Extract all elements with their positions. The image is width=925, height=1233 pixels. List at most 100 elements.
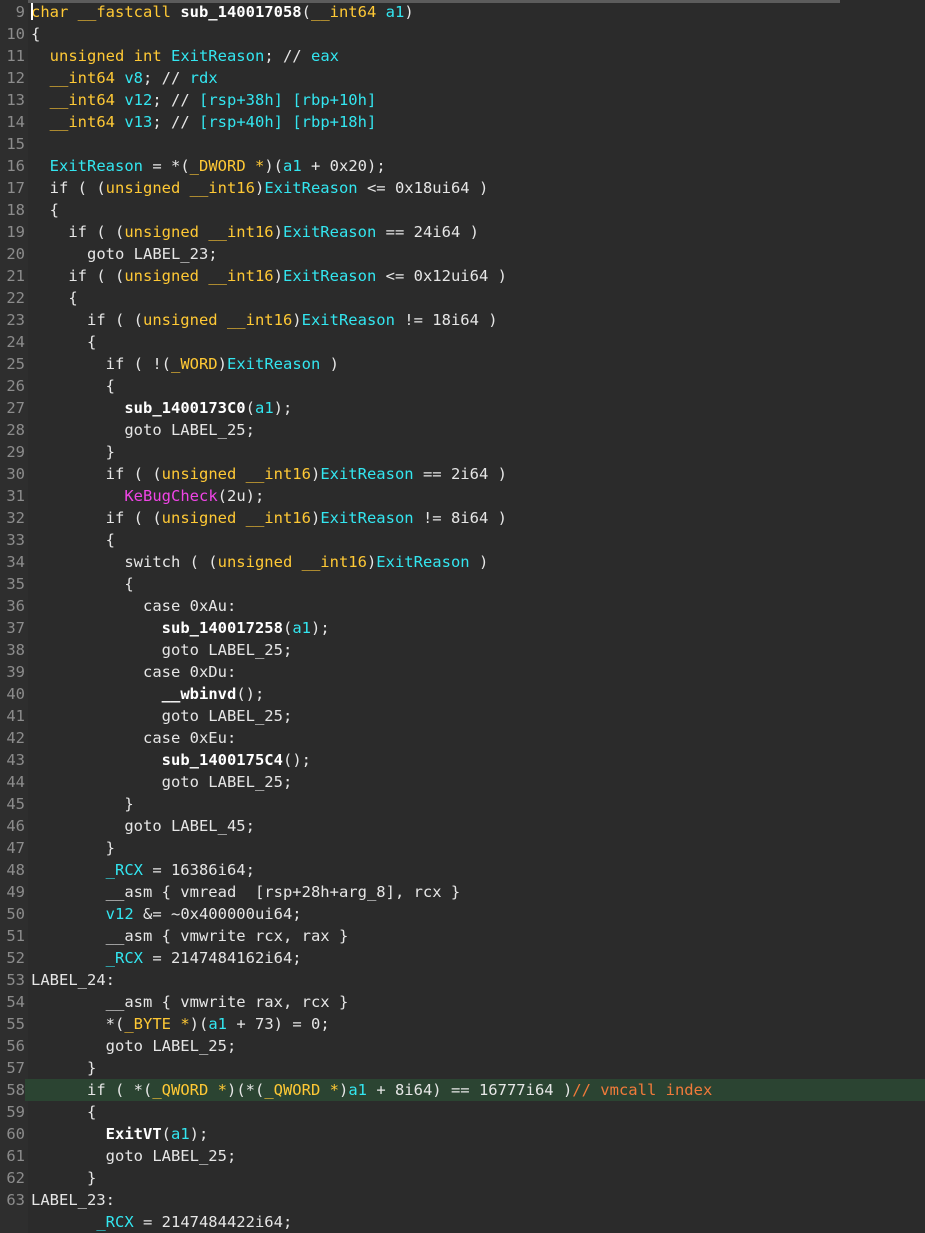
- code-line[interactable]: 58 if ( *(_QWORD *)(*(_QWORD *)a1 + 8i64…: [0, 1079, 925, 1101]
- line-text: goto LABEL_25;: [31, 1035, 237, 1057]
- code-token: LABEL_23:: [31, 1191, 115, 1209]
- code-line[interactable]: 42 case 0xEu:: [0, 727, 925, 749]
- line-text: goto LABEL_25;: [31, 771, 293, 793]
- code-line[interactable]: 54 __asm { vmwrite rax, rcx }: [0, 991, 925, 1013]
- code-token: rdx: [189, 69, 218, 87]
- code-line[interactable]: 14 __int64 v13; // [rsp+40h] [rbp+18h]: [0, 111, 925, 133]
- line-text: }: [31, 793, 133, 815]
- code-line[interactable]: 19 if ( (unsigned __int16)ExitReason == …: [0, 221, 925, 243]
- code-token: ): [217, 355, 227, 373]
- code-line[interactable]: 23 if ( (unsigned __int16)ExitReason != …: [0, 309, 925, 331]
- code-line[interactable]: 11 unsigned int ExitReason; // eax: [0, 45, 925, 67]
- code-line[interactable]: 40 __wbinvd();: [0, 683, 925, 705]
- line-number: 59: [6, 1103, 25, 1121]
- code-line[interactable]: _RCX = 2147484422i64;: [0, 1211, 925, 1233]
- code-view[interactable]: 9 char __fastcall sub_140017058(__int64 a…: [0, 1, 925, 1233]
- code-line[interactable]: 63 LABEL_23:: [0, 1189, 925, 1211]
- code-line[interactable]: 47 }: [0, 837, 925, 859]
- code-line[interactable]: 28 goto LABEL_25;: [0, 419, 925, 441]
- line-number: 39: [6, 663, 25, 681]
- line-number: 30: [6, 465, 25, 483]
- code-line[interactable]: 60 ExitVT(a1);: [0, 1123, 925, 1145]
- code-line[interactable]: 50 v12 &= ~0x400000ui64;: [0, 903, 925, 925]
- code-token: __int64: [31, 69, 125, 87]
- code-token: unsigned __int16: [161, 509, 311, 527]
- code-line[interactable]: 52 _RCX = 2147484162i64;: [0, 947, 925, 969]
- code-line[interactable]: 27 sub_1400173C0(a1);: [0, 397, 925, 419]
- code-line[interactable]: 56 goto LABEL_25;: [0, 1035, 925, 1057]
- line-number: 11: [6, 47, 25, 65]
- code-line[interactable]: 29 }: [0, 441, 925, 463]
- code-line[interactable]: 21 if ( (unsigned __int16)ExitReason <= …: [0, 265, 925, 287]
- code-line[interactable]: 10 {: [0, 23, 925, 45]
- code-token: v12: [105, 905, 134, 923]
- line-text: case 0xAu:: [31, 595, 236, 617]
- code-line[interactable]: 20 goto LABEL_23;: [0, 243, 925, 265]
- line-number: 23: [6, 311, 25, 329]
- code-token: __asm { vmwrite rax, rcx }: [31, 993, 349, 1011]
- code-line[interactable]: 59 {: [0, 1101, 925, 1123]
- code-token: _QWORD *: [264, 1081, 339, 1099]
- code-line[interactable]: 44 goto LABEL_25;: [0, 771, 925, 793]
- code-line[interactable]: 22 {: [0, 287, 925, 309]
- code-line[interactable]: 31 KeBugCheck(2u);: [0, 485, 925, 507]
- line-text: }: [31, 441, 115, 463]
- line-text: {: [31, 529, 115, 551]
- code-token: case 0xAu:: [31, 597, 237, 615]
- code-line[interactable]: 55 *(_BYTE *)(a1 + 73) = 0;: [0, 1013, 925, 1035]
- code-line[interactable]: 32 if ( (unsigned __int16)ExitReason != …: [0, 507, 925, 529]
- code-line[interactable]: 43 sub_1400175C4();: [0, 749, 925, 771]
- code-line[interactable]: 48 _RCX = 16386i64;: [0, 859, 925, 881]
- code-token: v8: [124, 69, 143, 87]
- code-line[interactable]: 37 sub_140017258(a1);: [0, 617, 925, 639]
- code-token: a1: [208, 1015, 227, 1033]
- code-line[interactable]: 51 __asm { vmwrite rcx, rax }: [0, 925, 925, 947]
- code-line[interactable]: 41 goto LABEL_25;: [0, 705, 925, 727]
- line-number: 9: [15, 3, 25, 21]
- line-text: {: [31, 375, 115, 397]
- code-line[interactable]: 24 {: [0, 331, 925, 353]
- code-line[interactable]: 17 if ( (unsigned __int16)ExitReason <= …: [0, 177, 925, 199]
- code-token: a1: [255, 399, 274, 417]
- code-token: ): [320, 355, 339, 373]
- line-number: 57: [6, 1059, 25, 1077]
- code-line[interactable]: 46 goto LABEL_45;: [0, 815, 925, 837]
- code-line[interactable]: 45 }: [0, 793, 925, 815]
- code-line[interactable]: 57 }: [0, 1057, 925, 1079]
- code-line[interactable]: 25 if ( !(_WORD)ExitReason ): [0, 353, 925, 375]
- code-line[interactable]: 12 __int64 v8; // rdx: [0, 67, 925, 89]
- code-line[interactable]: 30 if ( (unsigned __int16)ExitReason == …: [0, 463, 925, 485]
- code-line[interactable]: 39 case 0xDu:: [0, 661, 925, 683]
- code-token: = 16386i64;: [142, 861, 255, 879]
- code-line[interactable]: 62 }: [0, 1167, 925, 1189]
- line-number: 40: [6, 685, 25, 703]
- code-token: (: [301, 3, 311, 21]
- code-token: _WORD: [170, 355, 218, 373]
- code-line[interactable]: 49 __asm { vmread [rsp+28h+arg_8], rcx }: [0, 881, 925, 903]
- code-line[interactable]: 13 __int64 v12; // [rsp+38h] [rbp+10h]: [0, 89, 925, 111]
- code-line[interactable]: 26 {: [0, 375, 925, 397]
- code-line[interactable]: 34 switch ( (unsigned __int16)ExitReason…: [0, 551, 925, 573]
- code-line[interactable]: 33 {: [0, 529, 925, 551]
- code-line[interactable]: 9 char __fastcall sub_140017058(__int64 a…: [0, 1, 925, 23]
- line-text: {: [31, 23, 40, 45]
- code-line[interactable]: 16 ExitReason = *(_DWORD *)(a1 + 0x20);: [0, 155, 925, 177]
- line-text: __asm { vmwrite rax, rcx }: [31, 991, 349, 1013]
- line-text: if ( (unsigned __int16)ExitReason == 24i…: [31, 221, 479, 243]
- code-line[interactable]: 15: [0, 133, 925, 155]
- code-token: (: [245, 399, 255, 417]
- code-line[interactable]: 53 LABEL_24:: [0, 969, 925, 991]
- line-text: goto LABEL_25;: [31, 1145, 237, 1167]
- code-line[interactable]: 38 goto LABEL_25;: [0, 639, 925, 661]
- code-line[interactable]: 18 {: [0, 199, 925, 221]
- code-line[interactable]: 61 goto LABEL_25;: [0, 1145, 925, 1167]
- code-token: LABEL_24:: [31, 971, 115, 989]
- pseudocode-editor[interactable]: 9 char __fastcall sub_140017058(__int64 a…: [0, 0, 925, 1233]
- code-token: = 2147484162i64;: [142, 949, 302, 967]
- code-line[interactable]: 36 case 0xAu:: [0, 595, 925, 617]
- line-number: 15: [6, 135, 25, 153]
- line-number: 24: [6, 333, 25, 351]
- code-line[interactable]: 35 {: [0, 573, 925, 595]
